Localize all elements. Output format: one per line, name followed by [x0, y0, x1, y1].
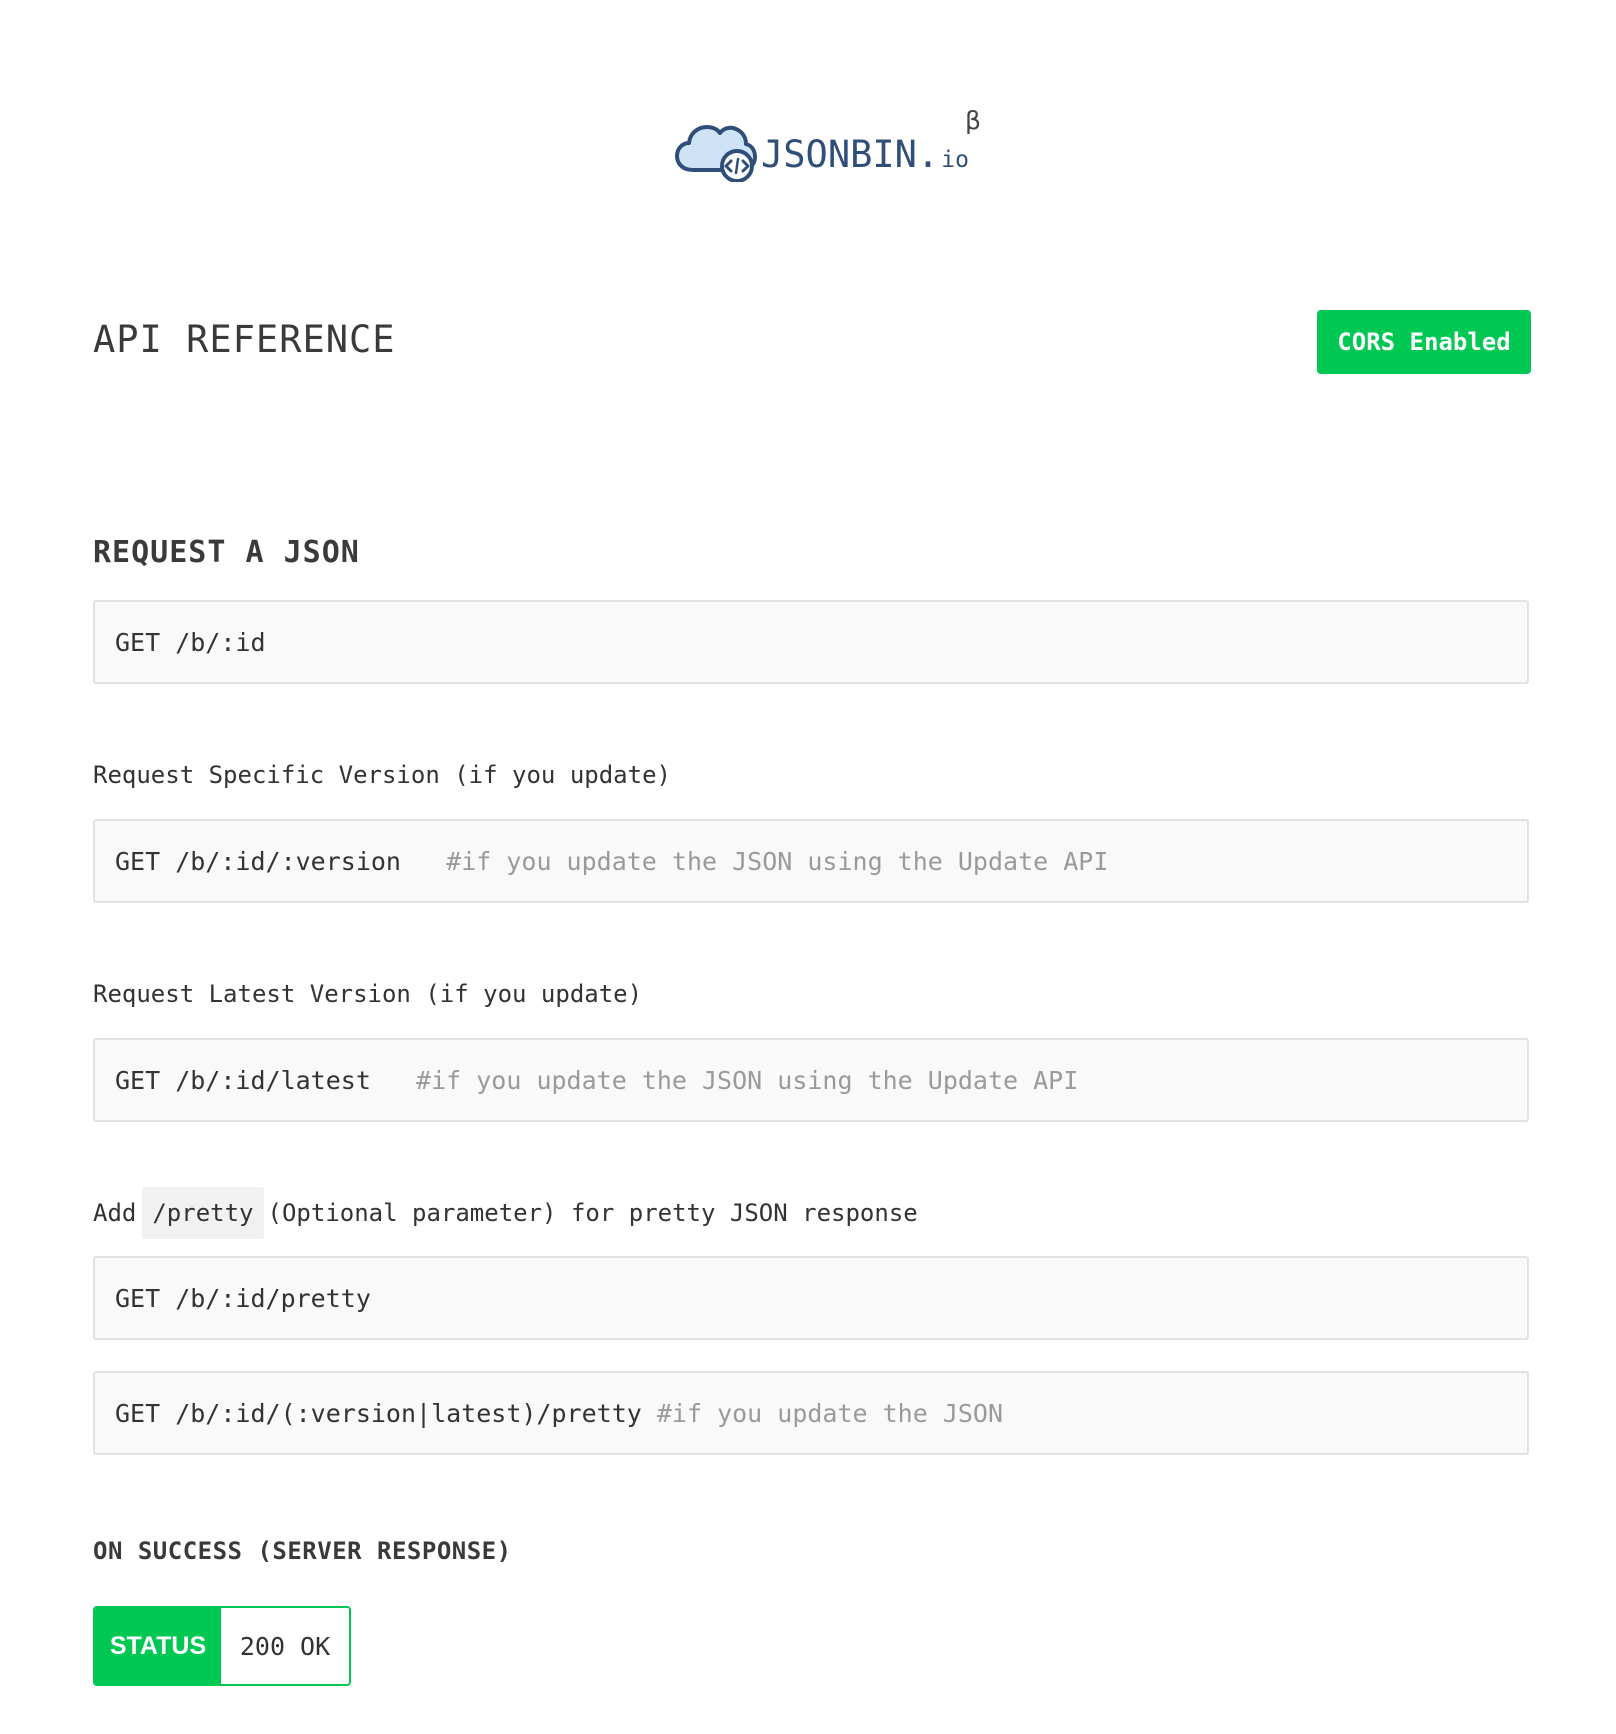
- status-label: STATUS: [95, 1608, 221, 1684]
- latest-version-code-block: GET /b/:id/latest #if you update the JSO…: [93, 1038, 1529, 1122]
- pretty-label-prefix: Add: [93, 1199, 137, 1227]
- pretty-label: Add/pretty (Optional parameter) for prett…: [93, 1187, 918, 1239]
- beta-mark: β: [965, 106, 981, 135]
- code-text: GET /b/:id: [115, 627, 266, 657]
- status-value: 200 OK: [221, 1608, 349, 1684]
- page-title: API REFERENCE: [93, 318, 396, 361]
- get-json-code-block: GET /b/:id: [93, 600, 1529, 684]
- code-text: GET /b/:id/latest: [115, 1065, 371, 1095]
- request-section-title: REQUEST A JSON: [93, 535, 360, 570]
- specific-version-label: Request Specific Version (if you update): [93, 761, 671, 789]
- logo-wordmark: JSONBIN.io: [761, 133, 969, 176]
- status-indicator: STATUS 200 OK: [93, 1606, 351, 1686]
- success-section-title: ON SUCCESS (SERVER RESPONSE): [93, 1537, 512, 1565]
- specific-version-code-block: GET /b/:id/:version #if you update the J…: [93, 819, 1529, 903]
- code-comment: #if you update the JSON using the Update…: [446, 846, 1109, 876]
- code-text: GET /b/:id/:version: [115, 846, 401, 876]
- latest-version-label: Request Latest Version (if you update): [93, 980, 643, 1008]
- pretty-label-suffix: (Optional parameter) for pretty JSON res…: [267, 1199, 918, 1227]
- code-text: GET /b/:id/pretty: [115, 1283, 371, 1313]
- cors-enabled-badge: CORS Enabled: [1317, 310, 1531, 374]
- pretty-code-block: GET /b/:id/pretty: [93, 1256, 1529, 1340]
- jsonbin-logo[interactable]: JSONBIN.io β: [675, 100, 981, 200]
- pretty-inline-code: /pretty: [142, 1187, 264, 1239]
- pretty-version-code-block: GET /b/:id/(:version|latest)/pretty #if …: [93, 1371, 1529, 1455]
- cloud-code-icon: [675, 118, 757, 182]
- logo-name: JSONBIN.: [761, 132, 940, 176]
- code-comment: #if you update the JSON using the Update…: [416, 1065, 1079, 1095]
- logo-tld: io: [941, 146, 969, 173]
- code-text: GET /b/:id/(:version|latest)/pretty: [115, 1398, 642, 1428]
- code-comment: #if you update the JSON: [656, 1398, 1004, 1428]
